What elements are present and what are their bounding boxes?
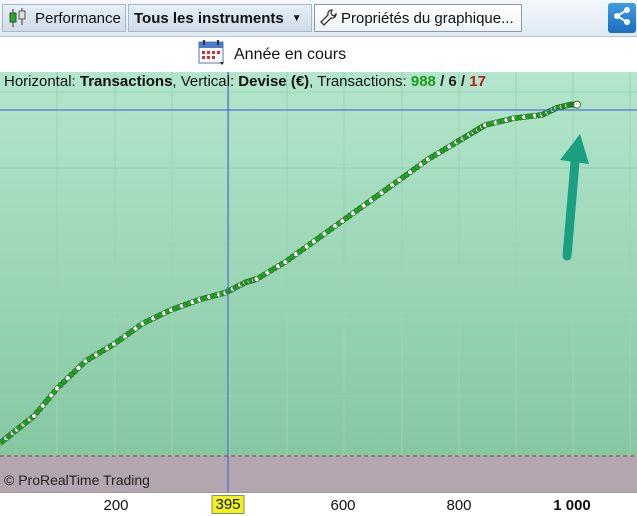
- horizontal-value: Transactions: [79, 73, 173, 90]
- copyright-text: © ProRealTime Trading: [4, 472, 150, 488]
- x-tick-label: 600: [330, 497, 356, 514]
- chart-properties-button[interactable]: Propriétés du graphique...: [314, 4, 522, 32]
- equity-chart[interactable]: [0, 72, 637, 492]
- wrench-icon: [318, 8, 338, 28]
- instruments-label: Tous les instruments: [134, 9, 284, 27]
- x-tick-label: 1 000: [553, 497, 591, 514]
- calendar-icon: [198, 39, 228, 72]
- chart-status-bar: Horizontal: Transactions, Vertical: Devi…: [4, 73, 486, 90]
- instruments-dropdown[interactable]: Tous les instruments ▼: [128, 4, 312, 32]
- win-count: 988: [410, 73, 436, 90]
- horizontal-prefix: Horizontal:: [4, 73, 80, 90]
- equity-chart-svg[interactable]: [0, 72, 637, 492]
- x-tick-label: 800: [446, 497, 472, 514]
- vertical-value: Devise (€): [238, 73, 310, 90]
- share-button[interactable]: [608, 3, 636, 33]
- x-axis[interactable]: 200 600 800 1 000 395: [0, 492, 637, 516]
- toolbar: Performance Tous les instruments ▼ Propr…: [0, 0, 637, 37]
- period-label: Année en cours: [234, 46, 347, 63]
- chevron-down-icon: ▼: [291, 12, 302, 24]
- plot-background: [0, 72, 637, 456]
- count-prefix: , Transactions:: [309, 73, 411, 90]
- x-cursor-value: 395: [211, 495, 245, 514]
- performance-button[interactable]: Performance: [2, 4, 126, 32]
- loss-count: 17: [469, 73, 486, 90]
- separator-2: /: [456, 73, 470, 90]
- period-selector[interactable]: Année en cours: [198, 39, 347, 72]
- performance-label: Performance: [35, 9, 121, 27]
- last-trade-point: [573, 100, 581, 109]
- chart-properties-label: Propriétés du graphique...: [341, 9, 514, 27]
- share-icon: [612, 6, 632, 30]
- even-count: 6: [448, 73, 457, 90]
- vertical-prefix: , Vertical:: [172, 73, 239, 90]
- separator-1: /: [435, 73, 449, 90]
- candlestick-icon: [7, 7, 29, 29]
- x-tick-label: 200: [103, 497, 129, 514]
